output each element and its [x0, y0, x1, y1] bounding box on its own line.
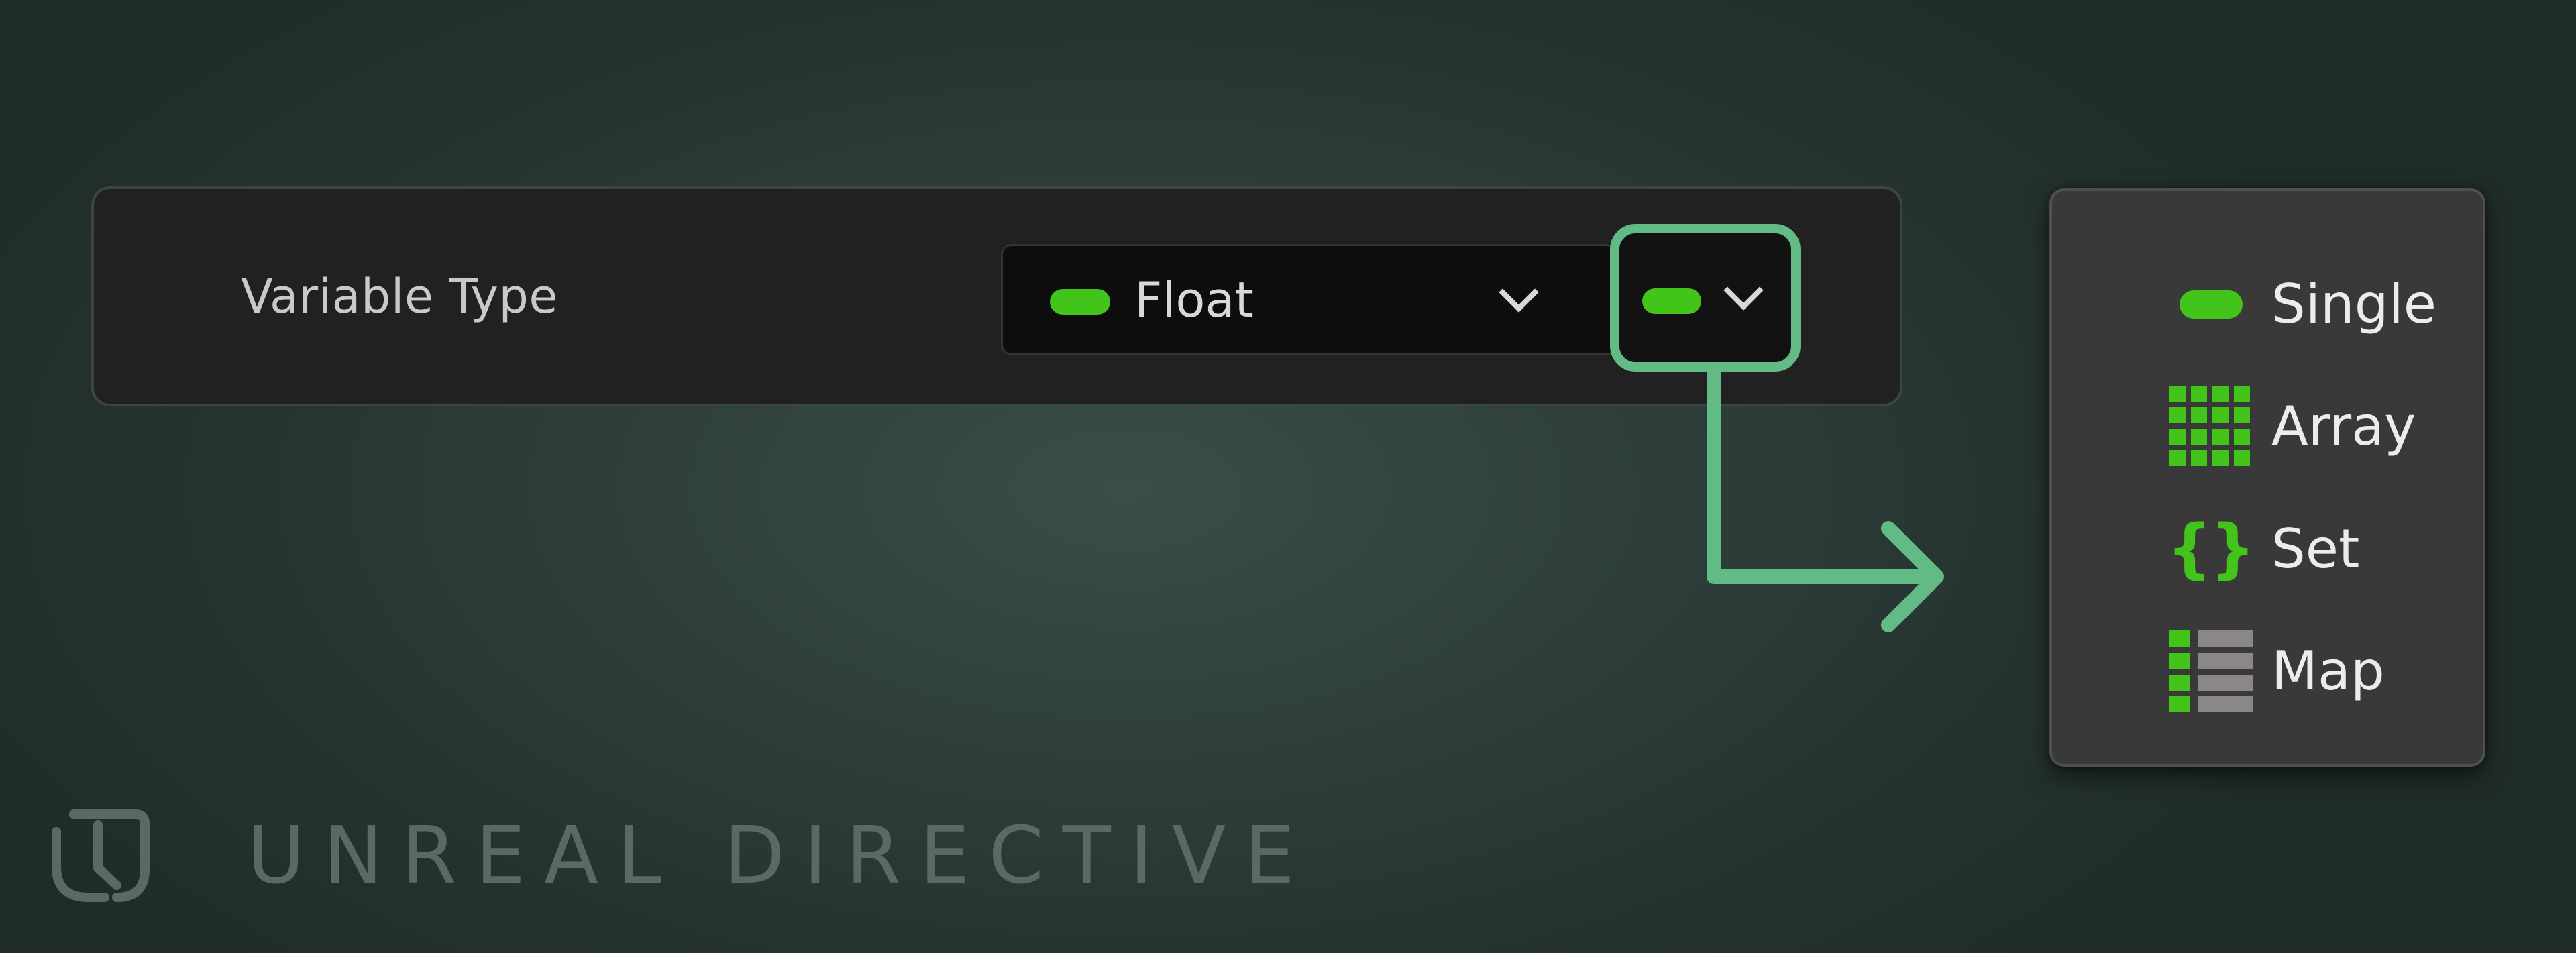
watermark: UNREAL DIRECTIVE	[47, 805, 1313, 905]
watermark-text: UNREAL DIRECTIVE	[247, 809, 1313, 901]
menu-item-array[interactable]: Array	[2052, 372, 2483, 480]
single-pill-icon	[1642, 288, 1701, 314]
selected-type-value: Float	[1134, 272, 1254, 328]
unreal-directive-logo-icon	[52, 809, 150, 902]
variable-type-row: Variable Type Float	[91, 186, 1902, 406]
menu-item-label: Set	[2271, 517, 2360, 580]
menu-item-label: Single	[2271, 272, 2436, 335]
map-list-icon	[2169, 630, 2253, 712]
chevron-down-icon	[1499, 272, 1539, 313]
array-grid-icon	[2169, 386, 2250, 466]
container-type-menu: Single Array {} Set Map	[2049, 188, 2485, 767]
chevron-down-icon	[1723, 270, 1764, 311]
menu-item-label: Map	[2271, 639, 2385, 702]
variable-type-label: Variable Type	[241, 269, 558, 324]
single-pill-icon	[2180, 290, 2243, 319]
menu-item-set[interactable]: {} Set	[2052, 495, 2483, 602]
menu-item-map[interactable]: Map	[2052, 617, 2483, 724]
container-type-button[interactable]	[1610, 224, 1801, 372]
menu-item-label: Array	[2271, 394, 2416, 457]
menu-item-single[interactable]: Single	[2052, 250, 2483, 357]
variable-type-dropdown[interactable]: Float	[1001, 244, 1617, 355]
float-type-pill-icon	[1050, 289, 1110, 315]
set-braces-icon: {}	[2166, 511, 2256, 586]
